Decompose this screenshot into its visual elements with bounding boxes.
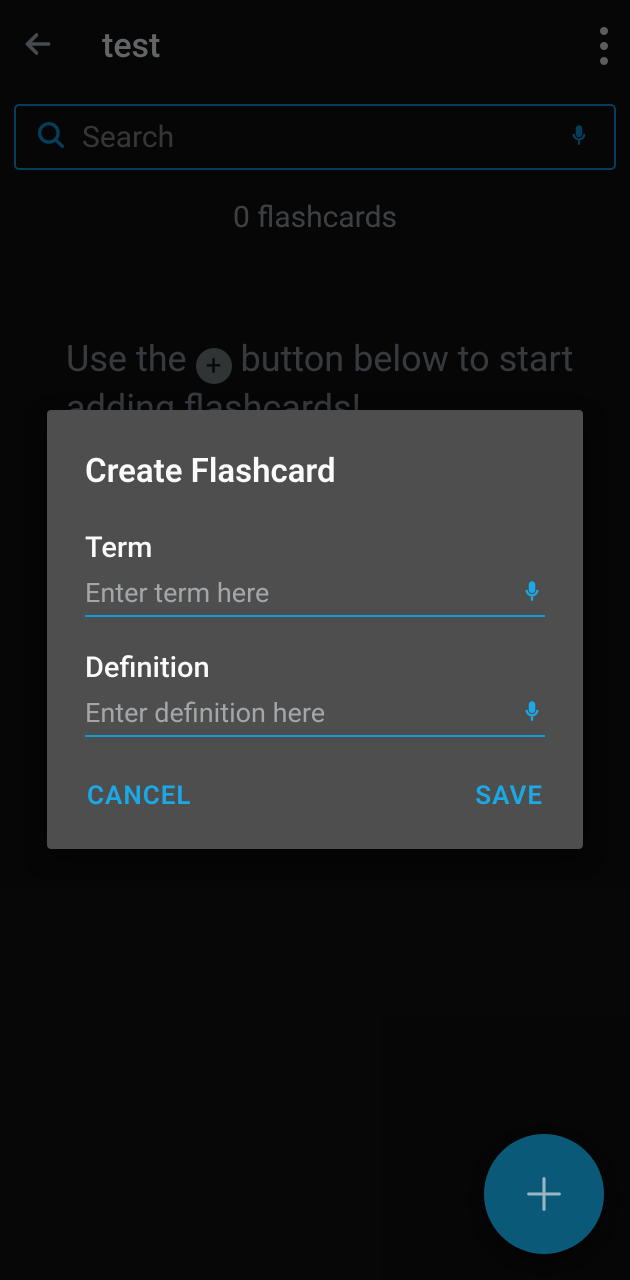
term-input[interactable] (85, 577, 519, 609)
create-flashcard-dialog: Create Flashcard Term Definition CANCEL … (47, 410, 583, 849)
dialog-title: Create Flashcard (85, 452, 545, 491)
microphone-icon[interactable] (519, 578, 545, 608)
definition-label: Definition (85, 651, 545, 685)
add-flashcard-fab[interactable] (484, 1134, 604, 1254)
definition-input[interactable] (85, 697, 519, 729)
cancel-button[interactable]: CANCEL (85, 773, 193, 819)
save-button[interactable]: SAVE (473, 773, 545, 819)
term-label: Term (85, 531, 545, 565)
microphone-icon[interactable] (519, 698, 545, 728)
